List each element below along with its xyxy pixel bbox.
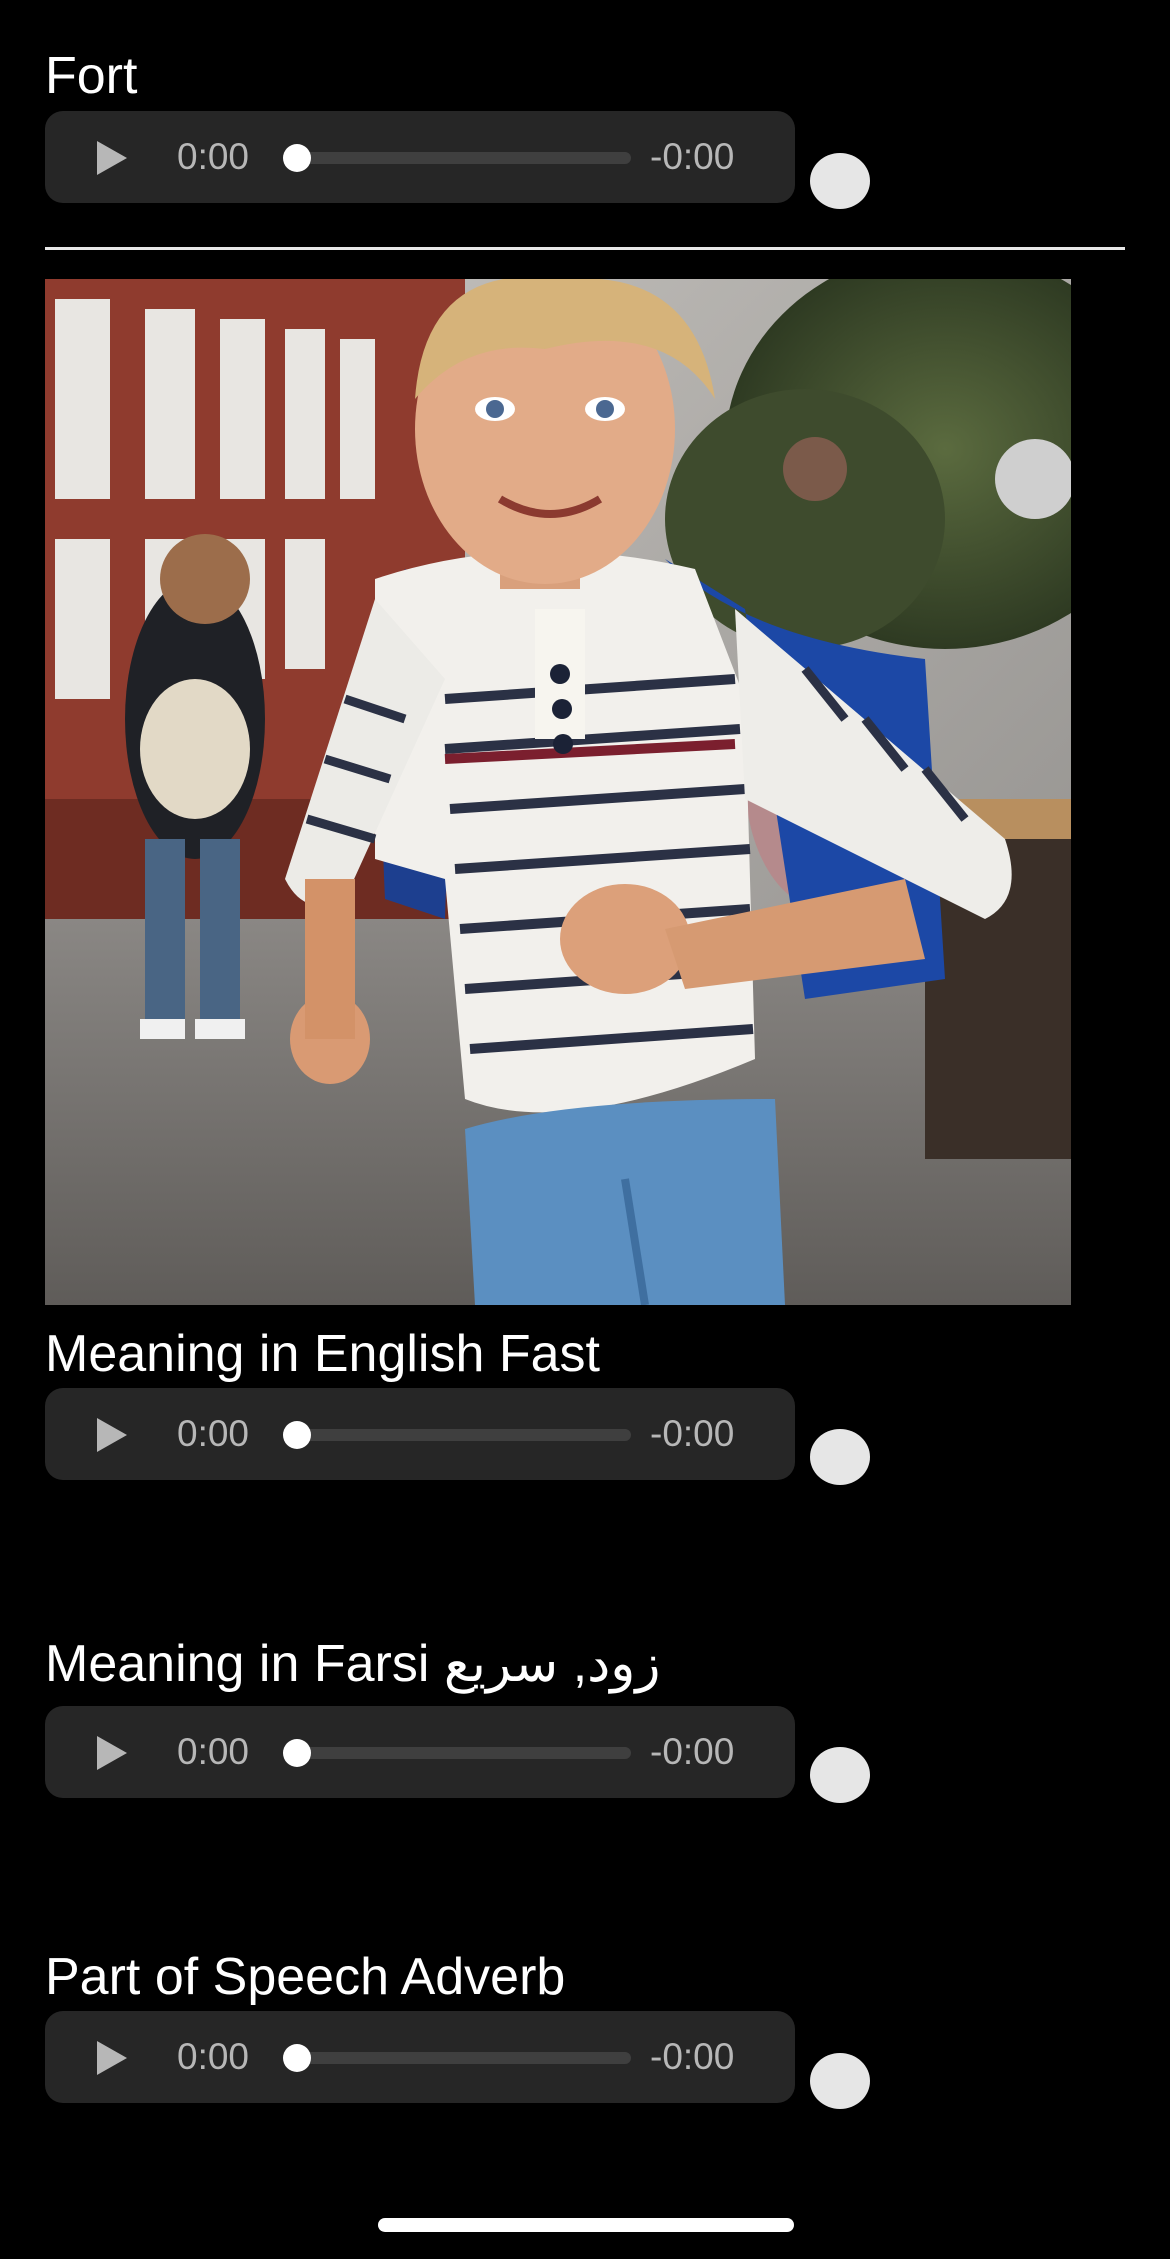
play-button[interactable] (91, 1733, 131, 1773)
farsi-meaning-label: Meaning in Farsi زود, سریع (45, 1635, 661, 1693)
play-button[interactable] (91, 138, 131, 178)
seek-knob[interactable] (283, 1739, 311, 1767)
boy-running-illustration (45, 279, 1071, 1305)
seek-knob[interactable] (283, 2044, 311, 2072)
current-time: 0:00 (177, 136, 250, 177)
word-label: Fort (45, 47, 138, 105)
part-of-speech-label: Part of Speech Adverb (45, 1948, 566, 2006)
play-icon (97, 2041, 127, 2075)
toggle-dot[interactable] (810, 2053, 870, 2109)
play-icon (97, 141, 127, 175)
current-time: 0:00 (177, 2036, 250, 2077)
current-time: 0:00 (177, 1731, 250, 1772)
play-button[interactable] (91, 1415, 131, 1455)
farsi-audio-player[interactable]: 0:00 -0:00 (45, 1706, 795, 1798)
toggle-dot[interactable] (810, 1429, 870, 1485)
seek-bar[interactable] (283, 2044, 631, 2072)
remaining-time: -0:00 (650, 1731, 735, 1772)
play-button[interactable] (91, 2038, 131, 2078)
part-of-speech-audio-player[interactable]: 0:00 -0:00 (45, 2011, 795, 2103)
play-icon (97, 1736, 127, 1770)
divider (45, 247, 1125, 250)
remaining-time: -0:00 (650, 1413, 735, 1454)
english-audio-player[interactable]: 0:00 -0:00 (45, 1388, 795, 1480)
remaining-time: -0:00 (650, 2036, 735, 2077)
play-icon (97, 1418, 127, 1452)
remaining-time: -0:00 (650, 136, 735, 177)
home-indicator[interactable] (378, 2218, 794, 2232)
current-time: 0:00 (177, 1413, 250, 1454)
seek-bar[interactable] (283, 1739, 631, 1767)
toggle-dot[interactable] (810, 1747, 870, 1803)
word-audio-player[interactable]: 0:00 -0:00 (45, 111, 795, 203)
english-meaning-label: Meaning in English Fast (45, 1325, 600, 1383)
seek-knob[interactable] (283, 144, 311, 172)
seek-knob[interactable] (283, 1421, 311, 1449)
seek-bar[interactable] (283, 144, 631, 172)
illustration-image (45, 279, 1071, 1305)
seek-bar[interactable] (283, 1421, 631, 1449)
toggle-dot[interactable] (810, 153, 870, 209)
